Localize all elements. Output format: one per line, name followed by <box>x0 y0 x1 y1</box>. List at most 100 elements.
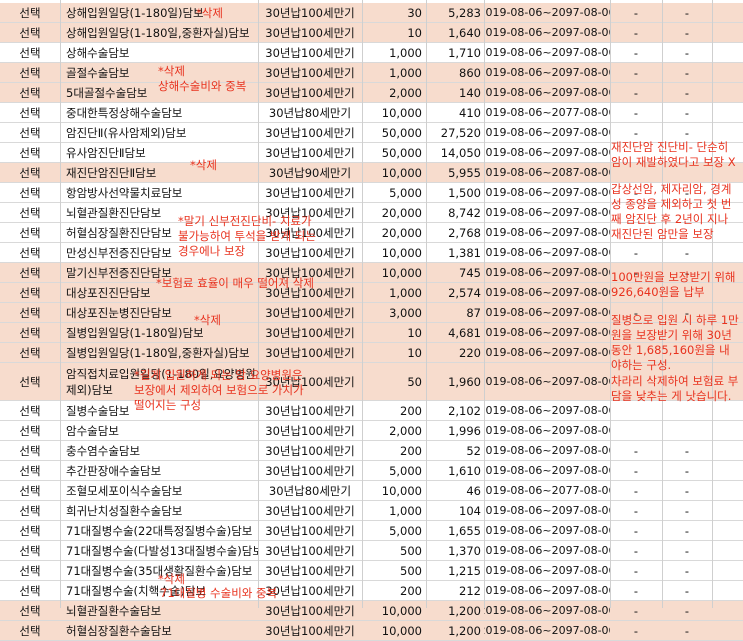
premium: 745 <box>459 265 481 280</box>
select-cell[interactable]: 선택 <box>0 501 60 520</box>
payment-term: 30년납100세만기 <box>265 145 355 160</box>
coverage-period: 2019-08-06~2077-08-06 <box>484 106 610 119</box>
select-cell[interactable]: 선택 <box>0 83 60 102</box>
coverage-name: 71대질병수술(22대특정질병수술)담보 <box>66 523 253 538</box>
select-cell[interactable]: 선택 <box>0 441 60 460</box>
extra-col-1 <box>610 421 662 440</box>
select-cell[interactable]: 선택 <box>0 63 60 82</box>
select-cell[interactable]: 선택 <box>0 143 60 162</box>
coverage-amount: 10,000 <box>381 603 422 618</box>
select-cell[interactable]: 선택 <box>0 521 60 540</box>
coverage-amount: 50 <box>407 374 422 389</box>
column-divider <box>484 0 485 608</box>
coverage-period: 2019-08-06~2097-08-06 <box>484 6 610 19</box>
annotation-duplicate-injury: 상해수술비와 중복 <box>158 79 247 93</box>
extra-col-1: - <box>633 45 639 60</box>
extra-col-1: - <box>633 65 639 80</box>
column-divider <box>610 0 611 608</box>
table-row: 선택 중대한특정상해수술담보 30년납80세만기 10,000 410 2019-08-0… <box>0 103 743 123</box>
column-divider <box>60 0 61 608</box>
coverage-amount: 10 <box>407 25 422 40</box>
select-cell[interactable]: 선택 <box>0 263 60 282</box>
table-row: 선택 조혈모세포이식수술담보 30년납80세만기 10,000 46 2019-08-06… <box>0 481 743 501</box>
extra-col-2: - <box>684 563 690 578</box>
column-divider <box>362 0 363 608</box>
coverage-period: 2019-08-06~2097-08-06 <box>484 564 610 577</box>
premium: 1,655 <box>448 523 481 538</box>
extra-col-1: - <box>633 583 639 598</box>
coverage-name: 상해입원일당(1-180일,중환자실)담보 <box>66 25 250 40</box>
side-note-pay: 100만원을 보장받기 위해 926,640원을 납부 <box>611 270 736 299</box>
select-cell[interactable]: 선택 <box>0 343 60 362</box>
extra-col-2: - <box>684 105 690 120</box>
select-cell[interactable]: 선택 <box>0 163 60 182</box>
table-row: 선택 희귀난치성질환수술담보 30년납100세만기 1,000 104 2019-08-0… <box>0 501 743 521</box>
column-divider <box>426 0 427 608</box>
select-cell[interactable]: 선택 <box>0 561 60 580</box>
extra-col-1: - <box>633 443 639 458</box>
extra-col-1: - <box>633 245 639 260</box>
extra-col-2: - <box>684 503 690 518</box>
coverage-name: 충수염수술담보 <box>66 443 141 458</box>
annotation-delete-3: *삭제 <box>190 158 217 172</box>
select-cell[interactable]: 선택 <box>0 183 60 202</box>
premium: 140 <box>459 85 481 100</box>
premium: 5,283 <box>448 5 481 20</box>
annotation-hospital: *길게 입원하게 되는 암 요양병원은 보장에서 제외하여 보험으로 가치가 떨… <box>134 368 304 412</box>
select-cell[interactable]: 선택 <box>0 23 60 42</box>
extra-col-2: - <box>684 5 690 20</box>
extra-col-1: - <box>633 563 639 578</box>
select-cell[interactable]: 선택 <box>0 103 60 122</box>
coverage-period: 2019-08-06~2097-08-06 <box>484 604 610 617</box>
column-divider <box>712 0 713 608</box>
select-cell[interactable]: 선택 <box>0 123 60 142</box>
coverage-amount: 10,000 <box>381 245 422 260</box>
select-cell[interactable]: 선택 <box>0 541 60 560</box>
select-cell[interactable]: 선택 <box>0 401 60 420</box>
coverage-amount: 500 <box>400 543 422 558</box>
coverage-amount: 20,000 <box>381 225 422 240</box>
side-note-daily: 질병으로 입원 시 하루 1만원을 보장받기 위해 30년 동안 1,685,1… <box>611 313 739 372</box>
select-cell[interactable]: 선택 <box>0 323 60 342</box>
select-cell[interactable]: 선택 <box>0 461 60 480</box>
select-cell[interactable]: 선택 <box>0 283 60 302</box>
select-cell[interactable]: 선택 <box>0 43 60 62</box>
select-cell[interactable]: 선택 <box>0 363 60 400</box>
payment-term: 30년납100세만기 <box>265 443 355 458</box>
extra-col-2: - <box>684 65 690 80</box>
coverage-period: 2019-08-06~2097-08-06 <box>484 266 610 279</box>
coverage-amount: 200 <box>400 583 422 598</box>
coverage-amount: 20,000 <box>381 205 422 220</box>
extra-col-1: - <box>633 105 639 120</box>
table-row: 선택 상해수술담보 30년납100세만기 1,000 1,710 2019-08-06~2… <box>0 43 743 63</box>
extra-col-2: - <box>684 603 690 618</box>
table-row: 선택 상해입원일당(1-180일,중환자실)담보 30년납100세만기 10 1,640… <box>0 23 743 43</box>
select-cell[interactable]: 선택 <box>0 223 60 242</box>
select-cell[interactable]: 선택 <box>0 481 60 500</box>
premium: 104 <box>459 503 481 518</box>
payment-term: 30년납100세만기 <box>265 623 355 638</box>
select-cell[interactable]: 선택 <box>0 243 60 262</box>
select-cell[interactable]: 선택 <box>0 601 60 620</box>
coverage-period: 2019-08-06~2097-08-06 <box>484 246 610 259</box>
premium: 14,050 <box>440 145 481 160</box>
premium: 1,640 <box>448 25 481 40</box>
coverage-period: 2019-08-06~2097-08-06 <box>484 286 610 299</box>
extra-col-1: - <box>633 483 639 498</box>
select-cell[interactable]: 선택 <box>0 3 60 22</box>
select-cell[interactable]: 선택 <box>0 421 60 440</box>
table-row: 선택 암수술담보 30년납100세만기 2,000 1,996 2019-08-06~20… <box>0 421 743 441</box>
payment-term: 30년납100세만기 <box>265 503 355 518</box>
coverage-amount: 200 <box>400 443 422 458</box>
select-cell[interactable]: 선택 <box>0 203 60 222</box>
table-row: 선택 71대질병수술(22대특정질병수술)담보 30년납100세만기 5,000 1,6… <box>0 521 743 541</box>
select-cell[interactable]: 선택 <box>0 621 60 640</box>
extra-col-2: - <box>684 463 690 478</box>
payment-term: 30년납100세만기 <box>265 125 355 140</box>
annotation-delete-4: *삭제 <box>194 313 221 327</box>
coverage-period: 2019-08-06~2087-08-06 <box>484 166 610 179</box>
coverage-period: 2019-08-06~2097-08-06 <box>484 404 610 417</box>
table-row: 선택 충수염수술담보 30년납100세만기 200 52 2019-08-06~2097-… <box>0 441 743 461</box>
select-cell[interactable]: 선택 <box>0 581 60 600</box>
select-cell[interactable]: 선택 <box>0 303 60 322</box>
